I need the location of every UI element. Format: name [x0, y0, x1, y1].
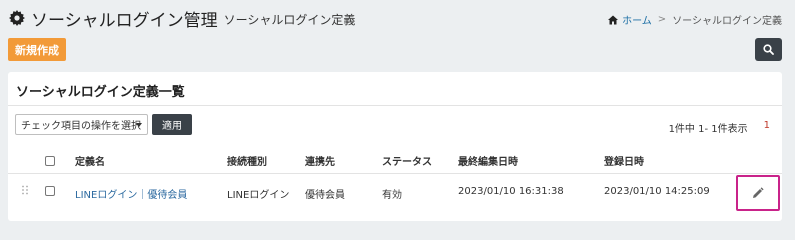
breadcrumb-separator: > — [657, 14, 667, 25]
pagination-summary: 1件中 1- 1件表示 — [668, 124, 748, 135]
page-number-link[interactable]: 1 — [764, 120, 770, 135]
cell-type: LINEログイン — [227, 190, 290, 201]
cell-created: 2023/01/10 14:25:09 — [604, 186, 710, 197]
cell-updated: 2023/01/10 16:31:38 — [458, 186, 564, 197]
row-checkbox[interactable] — [45, 186, 55, 196]
column-header-name[interactable]: 定義名 — [75, 153, 105, 168]
cell-status: 有効 — [382, 190, 402, 201]
definition-list-panel: ソーシャルログイン定義一覧 チェック項目の操作を選択 適用 1件中 1- 1件表… — [8, 72, 782, 221]
column-header-type[interactable]: 接続種別 — [227, 153, 267, 168]
breadcrumb-current: ソーシャルログイン定義 — [672, 16, 782, 27]
edit-button[interactable] — [736, 175, 780, 211]
pagination: 1件中 1- 1件表示 1 — [669, 120, 770, 135]
definition-name-link[interactable]: LINEログイン｜優待会員 — [75, 186, 187, 201]
column-header-created[interactable]: 登録日時 — [604, 153, 644, 168]
panel-title: ソーシャルログイン定義一覧 — [16, 85, 185, 100]
chevron-down-icon — [136, 123, 142, 127]
bulk-action-select[interactable]: チェック項目の操作を選択 — [15, 114, 148, 135]
table-header-divider — [8, 173, 782, 174]
pencil-icon — [753, 187, 764, 198]
column-header-partner[interactable]: 連携先 — [305, 153, 335, 168]
page-subtitle: ソーシャルログイン定義 — [223, 13, 356, 27]
new-button[interactable]: 新規作成 — [8, 38, 66, 61]
bulk-action-select-label: チェック項目の操作を選択 — [21, 121, 141, 132]
search-button[interactable] — [755, 38, 782, 61]
column-header-updated[interactable]: 最終編集日時 — [458, 153, 518, 168]
page-title: ソーシャルログイン管理 — [31, 10, 218, 31]
home-icon — [608, 15, 619, 24]
breadcrumb-home-link[interactable]: ホーム — [622, 12, 652, 27]
select-all-checkbox[interactable] — [45, 156, 55, 166]
cell-partner: 優待会員 — [305, 190, 345, 201]
drag-handle-icon[interactable] — [21, 185, 29, 195]
breadcrumb: ホーム > ソーシャルログイン定義 — [608, 12, 782, 27]
page-header: ソーシャルログイン管理 ソーシャルログイン定義 — [9, 5, 355, 31]
gear-icon — [9, 10, 25, 26]
search-icon — [763, 44, 774, 55]
panel-divider — [8, 105, 782, 106]
apply-button[interactable]: 適用 — [152, 114, 192, 135]
column-header-status[interactable]: ステータス — [382, 153, 432, 168]
